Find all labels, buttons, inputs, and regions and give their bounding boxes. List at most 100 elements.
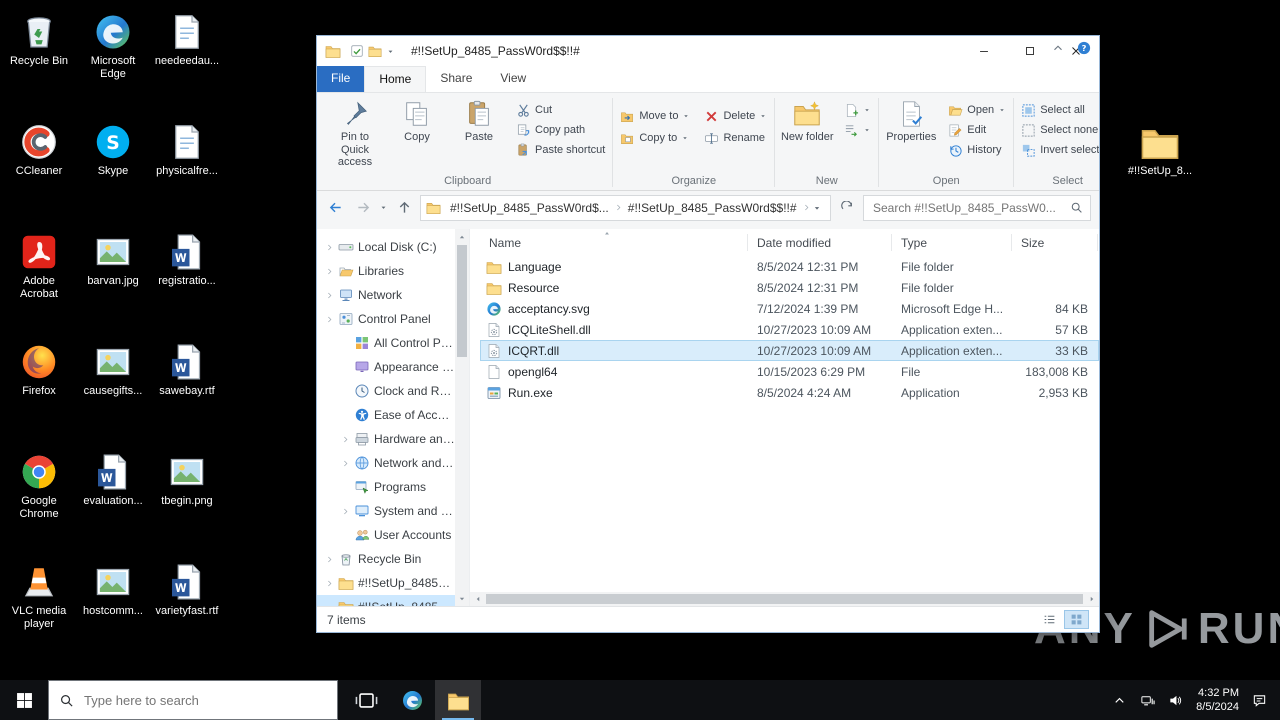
expand-chevron-right-icon[interactable] [325,267,334,276]
nav-tree-item[interactable]: Programs [317,475,455,499]
scrollbar-thumb[interactable] [486,594,1083,604]
select-none-button[interactable]: Select none [1016,120,1099,140]
column-header[interactable]: Name [480,234,748,251]
desktop-icon[interactable]: evaluation... [77,448,149,558]
expand-chevron-right-icon[interactable] [325,291,334,300]
pin-to-quick-access-button[interactable]: Pin to Quick access [325,95,385,170]
expand-chevron-right-icon[interactable] [341,435,350,444]
nav-tree-item[interactable]: System and Se... [317,499,455,523]
desktop-icon[interactable]: sawebay.rtf [151,338,223,448]
nav-tree-item[interactable]: #!!SetUp_8485_P... [317,571,455,595]
scrollbar-thumb[interactable] [457,245,467,357]
breadcrumb[interactable]: #!!SetUp_8485_PassW0rd$... #!!SetUp_8485… [420,195,831,221]
file-row[interactable]: Resource 8/5/2024 12:31 PM File folder [480,277,1099,298]
details-view-button[interactable] [1037,610,1062,629]
thumbnails-view-button[interactable] [1064,610,1089,629]
breadcrumb-chevron-right-icon[interactable] [802,203,811,212]
taskbar-app-button[interactable] [343,680,389,720]
copy-to-button[interactable]: Copy to [615,127,695,149]
taskbar-app-button[interactable] [389,680,435,720]
properties-button[interactable]: Properties [881,95,941,145]
scroll-up-button[interactable] [455,229,469,244]
qat-caret-down-icon[interactable] [386,47,395,56]
nav-tree-item[interactable]: Local Disk (C:) [317,235,455,259]
desktop-icon-setup-folder[interactable]: #!!SetUp_8... [1124,118,1196,178]
action-center-icon[interactable] [1252,693,1267,708]
desktop-icon[interactable]: VLC media player [3,558,75,668]
volume-icon[interactable] [1168,693,1183,708]
nav-tree-item[interactable]: All Control Par... [317,331,455,355]
refresh-button[interactable] [835,196,859,220]
expand-chevron-right-icon[interactable] [325,243,334,252]
file-row[interactable]: opengl64 10/15/2023 6:29 PM File 183,008… [480,361,1099,382]
new-folder-button[interactable]: New folder [777,95,837,145]
file-row[interactable]: acceptancy.svg 7/12/2024 1:39 PM Microso… [480,298,1099,319]
expand-chevron-right-icon[interactable] [325,315,334,324]
move-to-button[interactable]: Move to [615,105,695,127]
desktop-icon[interactable]: Adobe Acrobat [3,228,75,338]
horizontal-scrollbar[interactable] [470,592,1099,606]
cut-button[interactable]: Cut [511,100,610,120]
edit-button[interactable]: Edit [943,120,1011,140]
explorer-search-box[interactable] [863,195,1091,221]
scroll-down-button[interactable] [455,591,469,606]
nav-vertical-scrollbar[interactable] [455,229,469,606]
column-header[interactable]: Size [1012,234,1098,251]
breadcrumb-segment[interactable]: #!!SetUp_8485_PassW0rd$... [446,201,624,215]
help-icon[interactable]: ? [1077,41,1091,55]
recent-locations-caret-down-icon[interactable] [379,203,388,212]
column-header[interactable]: Date modified [748,234,892,251]
taskbar-search-box[interactable] [48,680,338,720]
scroll-left-button[interactable] [470,592,485,606]
desktop-icon[interactable]: causegifts... [77,338,149,448]
copy-button[interactable]: Copy [387,95,447,145]
desktop-icon[interactable]: varietyfast.rtf [151,558,223,668]
address-caret-down-icon[interactable] [812,203,822,213]
delete-button[interactable]: Delete [699,105,772,127]
paste-button[interactable]: Paste [449,95,509,145]
ribbon-collapse-chevron-up-icon[interactable] [1051,41,1065,55]
forward-button[interactable] [351,196,375,220]
start-button[interactable] [0,680,48,720]
taskbar-search-input[interactable] [82,692,266,709]
select-all-button[interactable]: Select all [1016,100,1099,120]
desktop-icon[interactable]: Microsoft Edge [77,8,149,118]
file-row[interactable]: ICQLiteShell.dll 10/27/2023 10:09 AM App… [480,319,1099,340]
hidden-icons-chevron-up-icon[interactable] [1112,693,1127,708]
ribbon-tab[interactable]: Share [426,66,486,92]
rename-button[interactable]: Rename [699,127,772,149]
desktop-icon[interactable]: S Skype [77,118,149,228]
file-row[interactable]: Run.exe 8/5/2024 4:24 AM Application 2,9… [480,382,1099,403]
easy-access-icon-button[interactable] [839,120,876,140]
nav-tree-item[interactable]: Hardware and ... [317,427,455,451]
qat-check-icon[interactable] [350,44,364,58]
desktop-icon[interactable]: barvan.jpg [77,228,149,338]
desktop-icon[interactable]: Google Chrome [3,448,75,558]
expand-chevron-right-icon[interactable] [325,555,334,564]
nav-tree-item[interactable]: Ease of Access [317,403,455,427]
minimize-button[interactable] [961,36,1007,66]
expand-chevron-right-icon[interactable] [341,459,350,468]
desktop-icon[interactable]: Recycle Bin [3,8,75,118]
taskbar-clock[interactable]: 4:32 PM 8/5/2024 [1196,686,1239,715]
nav-tree-item[interactable]: Control Panel [317,307,455,331]
scroll-right-button[interactable] [1084,592,1099,606]
desktop-icon[interactable]: needeedau... [151,8,223,118]
ribbon-tab[interactable]: Home [364,66,426,92]
column-header[interactable]: Type [892,234,1012,251]
open-button[interactable]: Open [943,100,1011,120]
nav-tree-item[interactable]: User Accounts [317,523,455,547]
back-button[interactable] [323,196,347,220]
expand-chevron-right-icon[interactable] [341,507,350,516]
breadcrumb-segment[interactable]: #!!SetUp_8485_PassW0rd$$!!# [624,201,812,215]
nav-tree-item[interactable]: #!!SetUp_8485... [317,595,455,606]
ribbon-tab[interactable]: File [317,66,364,92]
desktop-icon[interactable]: physicalfre... [151,118,223,228]
new-item-icon-button[interactable] [839,100,876,120]
desktop-icon[interactable]: registratio... [151,228,223,338]
nav-tree-item[interactable]: Network [317,283,455,307]
desktop-icon[interactable]: tbegin.png [151,448,223,558]
copy-path-button[interactable]: Copy path [511,120,610,140]
desktop-icon[interactable]: CCleaner [3,118,75,228]
nav-tree-item[interactable]: Clock and Regi... [317,379,455,403]
